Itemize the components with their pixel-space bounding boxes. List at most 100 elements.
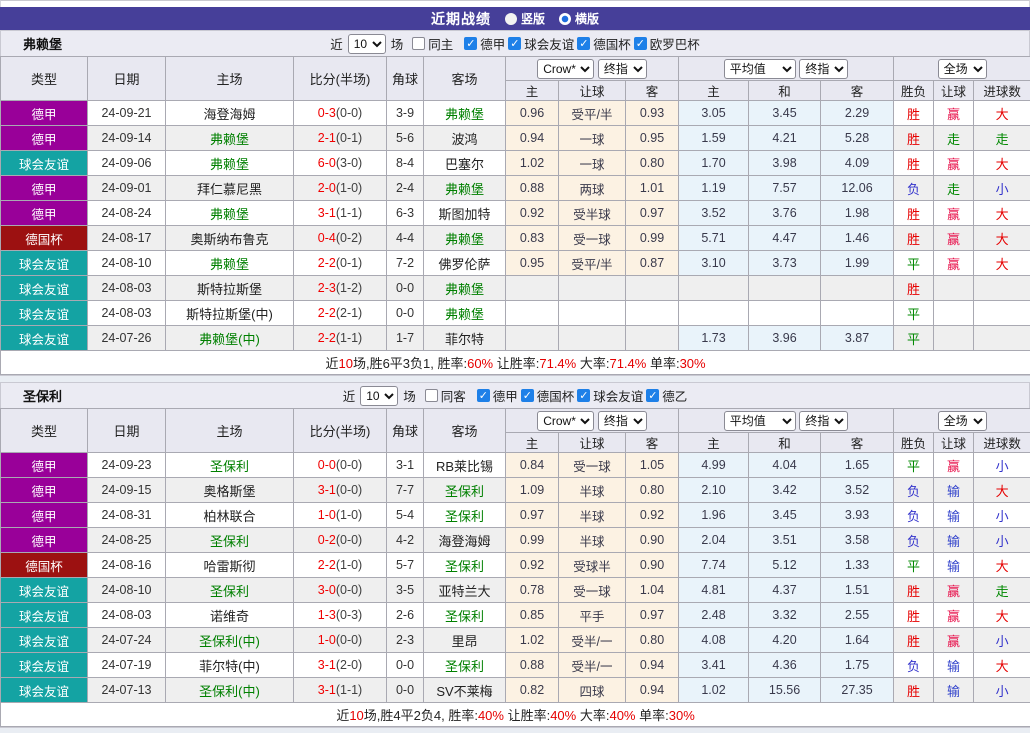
league-checkbox-2[interactable] (577, 37, 591, 50)
league-checkbox-0[interactable] (464, 37, 478, 50)
scope-select[interactable]: 全场 (937, 58, 987, 79)
crow-index-select[interactable]: 终指 (597, 58, 647, 79)
col-result-handicap: 让球 (933, 432, 975, 453)
avg-home: 4.08 (678, 627, 750, 653)
home-team: 诺维奇 (165, 602, 294, 628)
crow-index-select[interactable]: 终指 (597, 410, 647, 431)
odds-home: 0.82 (505, 677, 559, 703)
odds-home: 1.02 (505, 150, 559, 176)
near-label: 近 (330, 38, 343, 52)
away-team: 佛罗伦萨 (423, 250, 506, 276)
avg-away: 1.65 (820, 452, 895, 478)
home-team: 弗赖堡 (165, 200, 294, 226)
odds-away: 0.97 (624, 200, 680, 226)
odds-handicap (558, 325, 626, 351)
col-score: 比分(半场) (293, 56, 387, 101)
match-row: 德国杯 24-08-17 奥斯纳布鲁克 0-4(0-2) 4-4 弗赖堡 0.83 受一球 0.… (0, 225, 1030, 251)
radio-selected-icon (559, 12, 571, 25)
league-label-1: 球会友谊 (524, 38, 575, 52)
away-team: 圣保利 (423, 652, 506, 678)
odds-home: 0.99 (505, 527, 559, 553)
result-handicap: 赢 (933, 452, 975, 478)
odds-away: 1.04 (624, 577, 680, 603)
result-handicap: 输 (933, 652, 975, 678)
result-goals: 小 (973, 452, 1030, 478)
avg-draw: 3.98 (748, 150, 822, 176)
near-label: 近 (342, 390, 356, 404)
corner-score: 8-4 (386, 150, 424, 176)
home-team: 斯特拉斯堡 (165, 275, 294, 301)
league-checkbox-3[interactable] (646, 389, 660, 402)
same-venue-checkbox[interactable] (424, 389, 438, 402)
unit-label: 场 (390, 38, 404, 52)
same-venue-checkbox[interactable] (412, 37, 426, 50)
match-date: 24-08-10 (87, 577, 166, 603)
result-goals: 大 (973, 200, 1030, 226)
match-row: 球会友谊 24-08-03 斯特拉斯堡 2-3(1-2) 0-0 弗赖堡 胜 (0, 275, 1030, 301)
col-away: 客场 (423, 408, 506, 453)
odds-handicap: 受平/半 (558, 100, 626, 126)
match-rows: 德甲 24-09-23 圣保利 0-0(0-0) 3-1 RB莱比锡 0.84 受一球 1.05… (0, 452, 1030, 703)
scope-select[interactable]: 全场 (937, 410, 987, 431)
type-badge: 德国杯 (0, 552, 88, 578)
match-score: 2-0(1-0) (293, 175, 387, 201)
avg-away: 2.29 (820, 100, 895, 126)
match-score: 3-1(1-1) (293, 200, 387, 226)
match-row: 德甲 24-09-01 拜仁慕尼黑 2-0(1-0) 2-4 弗赖堡 0.88 两球 1.01 1… (0, 175, 1030, 201)
league-label-3: 德乙 (662, 390, 688, 404)
type-badge: 德国杯 (0, 225, 88, 251)
odds-handicap: 半球 (558, 502, 626, 528)
crow-company-select[interactable]: Crow* (537, 410, 595, 431)
result-handicap: 赢 (933, 250, 975, 276)
avg-index-select[interactable]: 终指 (799, 410, 849, 431)
odds-home: 0.92 (505, 200, 559, 226)
avg-home (678, 275, 750, 301)
match-score: 0-0(0-0) (293, 452, 387, 478)
match-date: 24-09-06 (87, 150, 166, 176)
league-checkbox-1[interactable] (508, 37, 522, 50)
match-count-select[interactable]: 10 (360, 385, 399, 406)
avg-draw: 3.42 (748, 477, 822, 503)
match-count-select[interactable]: 10 (347, 33, 386, 54)
horizontal-layout-radio[interactable]: 横版 (559, 10, 599, 27)
league-checkbox-3[interactable] (633, 37, 647, 50)
col-type: 类型 (0, 56, 88, 101)
crow-company-select[interactable]: Crow* (537, 58, 595, 79)
avg-index-select[interactable]: 终指 (799, 58, 849, 79)
avg-away: 27.35 (820, 677, 895, 703)
result-wdl: 胜 (893, 200, 935, 226)
away-team: 亚特兰大 (423, 577, 506, 603)
match-score: 2-2(2-1) (293, 300, 387, 326)
avg-company-select[interactable]: 平均值 (723, 410, 796, 431)
match-row: 球会友谊 24-07-19 菲尔特(中) 3-1(2-0) 0-0 圣保利 0.88 受半/一… (0, 652, 1030, 678)
odds-home (505, 300, 559, 326)
match-date: 24-08-16 (87, 552, 166, 578)
odds-away: 0.92 (624, 502, 680, 528)
avg-home: 2.10 (678, 477, 750, 503)
results-table: 类型 日期 主场 比分(半场) 角球 客场 Crow* 终指 平均值 终指 全场 (0, 408, 1030, 727)
odds-away: 0.94 (624, 677, 680, 703)
vertical-layout-radio[interactable]: 竖版 (504, 10, 545, 27)
league-checkbox-1[interactable] (520, 389, 534, 402)
col-crow-handicap: 让球 (558, 80, 626, 101)
league-label-0: 德甲 (492, 390, 518, 404)
avg-company-select[interactable]: 平均值 (723, 58, 796, 79)
league-checkbox-2[interactable] (577, 389, 591, 402)
match-score: 6-0(3-0) (293, 150, 387, 176)
team-section-away: 圣保利 近 10 场 同客 德甲 德国杯 球会友谊 德乙 类型 日期 主场 比分… (0, 382, 1030, 727)
crow-odds-group: Crow* 终指 (504, 56, 680, 81)
result-goals: 走 (973, 125, 1030, 151)
avg-home: 1.59 (678, 125, 750, 151)
avg-away: 1.75 (820, 652, 895, 678)
col-corner: 角球 (386, 56, 424, 101)
league-checkbox-0[interactable] (476, 389, 490, 402)
odds-home (505, 275, 559, 301)
result-handicap: 走 (933, 125, 975, 151)
result-goals: 小 (973, 502, 1030, 528)
odds-away: 0.94 (624, 652, 680, 678)
avg-draw: 4.37 (748, 577, 822, 603)
odds-home: 0.88 (505, 652, 559, 678)
result-goals: 大 (973, 225, 1030, 251)
away-team: 弗赖堡 (423, 275, 506, 301)
league-label-2: 德国杯 (593, 38, 631, 52)
